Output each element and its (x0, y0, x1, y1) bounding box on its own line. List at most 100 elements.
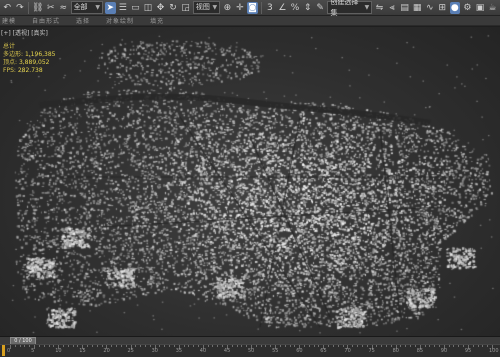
ruler-tick (101, 345, 103, 347)
ruler-tick (429, 345, 431, 347)
stats-value: 282.738 (17, 67, 43, 74)
ruler-tick (260, 345, 262, 347)
ruler-tick (405, 345, 407, 347)
ruler-tick (111, 345, 113, 347)
ruler-tick (43, 345, 45, 347)
ruler-tick (169, 345, 171, 347)
perspective-viewport[interactable]: [+] [透视] [真实] 总计 多边形: 1,196,385 顶点: 3,88… (0, 27, 500, 336)
unlink-icon[interactable]: ✂ (45, 2, 56, 14)
ruler-tick (424, 345, 426, 347)
ruler-label: 60 (296, 348, 303, 354)
ruler-tick (304, 345, 306, 347)
ruler-tick (337, 345, 339, 347)
percent-snap-icon[interactable]: % (290, 2, 301, 14)
ruler-tick (231, 345, 233, 347)
ruler-tick (318, 345, 320, 347)
stats-row: 多边形: 1,196,385 (3, 51, 56, 59)
ruler-tick (487, 345, 489, 347)
ruler-label: 80 (392, 348, 399, 354)
render-setup-icon[interactable]: ⚙ (462, 2, 473, 14)
spinner-snap-icon[interactable]: ⇕ (302, 2, 313, 14)
ruler-tick (19, 345, 21, 347)
ribbon-tab-selection[interactable]: 选择 (76, 16, 90, 25)
ruler-label: 40 (199, 348, 207, 354)
rectangle-selection-icon[interactable]: ▭ (130, 2, 141, 14)
ribbon-tab-freeform[interactable]: 自由形式 (32, 16, 60, 25)
stats-key: FPS: (3, 67, 16, 74)
ruler-tick (410, 345, 412, 347)
ruler-tick (332, 345, 334, 347)
graphite-modeling-ribbon: 建模 自由形式 选择 对象绘制 填充 (0, 16, 500, 26)
stats-key: 多边形: (3, 51, 24, 58)
stats-row: FPS: 282.738 (3, 67, 56, 75)
ruler-tick (448, 345, 450, 347)
ruler-tick (24, 345, 26, 347)
viewport-label[interactable]: [+] [透视] [真实] (1, 28, 48, 37)
ruler-label: 5 (31, 348, 35, 354)
ruler-tick (438, 345, 440, 347)
ribbon-tab-object-paint[interactable]: 对象绘制 (106, 16, 134, 25)
ruler-tick (96, 345, 98, 347)
ruler-label: 70 (344, 348, 351, 354)
ruler-tick (135, 345, 137, 347)
keyboard-shortcut-override-icon[interactable]: ◙ (247, 1, 258, 14)
select-object-icon[interactable]: ➤ (104, 1, 116, 14)
ruler-tick (352, 345, 354, 347)
material-editor-icon[interactable]: ● (449, 1, 461, 14)
render-production-icon[interactable]: ☕ (487, 2, 498, 14)
ruler-tick (361, 345, 363, 347)
redo-icon[interactable]: ↷ (15, 2, 26, 14)
selection-filter-value: 全部 (73, 3, 88, 11)
graphite-ribbon-icon[interactable]: ▦ (412, 2, 423, 14)
ruler-label: 0 (7, 348, 11, 354)
ruler-tick (164, 345, 166, 347)
ruler-label: 50 (248, 348, 255, 354)
align-icon[interactable]: ⫷ (387, 2, 398, 14)
undo-icon[interactable]: ↶ (2, 2, 13, 14)
link-icon[interactable]: ⛓ (32, 2, 43, 14)
mirror-icon[interactable]: ⇋ (374, 2, 385, 14)
move-icon[interactable]: ✥ (155, 2, 166, 14)
city-model-render (0, 27, 500, 336)
ruler-tick (294, 345, 296, 347)
scene-statistics: 总计 多边形: 1,196,385 顶点: 3,889,052 FPS: 282… (3, 43, 56, 75)
toolbar-separator (28, 1, 29, 14)
selection-filter-dropdown[interactable]: 全部 ▼ (70, 1, 103, 14)
ruler-tick (222, 345, 224, 347)
scale-icon[interactable]: ◲ (180, 2, 191, 14)
select-manipulate-icon[interactable]: ✛ (235, 2, 246, 14)
ruler-tick (217, 345, 219, 347)
ruler-tick (207, 345, 209, 347)
reference-coordinate-dropdown[interactable]: 视图 ▼ (192, 1, 221, 14)
ruler-tick (246, 345, 248, 347)
edit-named-selection-icon[interactable]: ✎ (315, 2, 326, 14)
time-slider-track[interactable]: 0 / 100 (0, 336, 500, 345)
ruler-tick (116, 345, 118, 347)
ruler-label: 30 (151, 348, 158, 354)
ribbon-tab-modeling[interactable]: 建模 (2, 16, 16, 25)
ruler-tick (91, 345, 93, 347)
current-frame-marker (2, 345, 5, 356)
angle-snap-icon[interactable]: ∠ (277, 2, 288, 14)
snaps-toggle-icon[interactable]: 3 (265, 2, 276, 14)
pivot-center-icon[interactable]: ⊕ (222, 2, 233, 14)
curve-editor-icon[interactable]: ∿ (424, 2, 435, 14)
ruler-tick (183, 345, 185, 347)
ruler-tick (400, 345, 402, 347)
ruler-label: 90 (440, 348, 448, 354)
ribbon-tab-populate[interactable]: 填充 (150, 16, 164, 25)
window-crossing-icon[interactable]: ◫ (143, 2, 154, 14)
ruler-tick (67, 345, 69, 347)
rotate-icon[interactable]: ↻ (168, 2, 179, 14)
rendered-frame-window-icon[interactable]: ▣ (475, 2, 486, 14)
schematic-view-icon[interactable]: ⊞ (437, 2, 448, 14)
select-by-name-icon[interactable]: ☰ (118, 2, 129, 14)
ruler-tick (366, 345, 368, 347)
layer-manager-icon[interactable]: ▤ (399, 2, 410, 14)
ruler-tick (453, 345, 455, 347)
reference-coordinate-value: 视图 (195, 3, 210, 11)
named-selection-set-dropdown[interactable]: 创建选择集 ▼ (327, 0, 373, 17)
ruler-tick (197, 345, 199, 347)
bind-spacewarp-icon[interactable]: ≈ (58, 2, 69, 14)
track-bar[interactable]: 0 5 10 15 20 25 30 35 40 45 50 55 60 65 70 75 80 85 90 95 10… (0, 344, 500, 357)
